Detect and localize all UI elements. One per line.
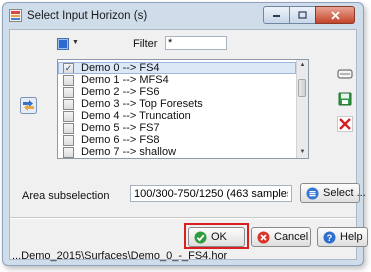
ok-button-label: OK [211, 231, 227, 243]
maximize-icon [298, 11, 307, 19]
select-button[interactable]: Select ... [300, 183, 366, 203]
list-item[interactable]: ✓ Demo 0 --> FS4 [58, 62, 296, 74]
save-icon[interactable] [337, 91, 353, 107]
separator [10, 217, 356, 219]
list-item-label: Demo 0 --> FS4 [81, 62, 160, 74]
help-button-label: Help [340, 231, 363, 243]
filter-input[interactable] [165, 36, 227, 50]
list-item-label: Demo 2 --> FS6 [81, 86, 160, 98]
select-all-checkbox[interactable] [57, 38, 69, 50]
cancel-icon [257, 231, 270, 243]
remove-icon[interactable] [337, 116, 353, 132]
area-subselection-input[interactable] [130, 185, 292, 202]
transfer-icon [20, 97, 37, 114]
help-button[interactable]: ? Help [317, 227, 368, 247]
scroll-down-icon[interactable]: ▼ [297, 147, 308, 158]
help-icon: ? [323, 231, 336, 243]
list-item-checkbox[interactable]: ✓ [63, 62, 74, 74]
list-item-checkbox[interactable] [63, 98, 74, 110]
list-view-icon[interactable] [337, 66, 353, 82]
minimize-button[interactable] [263, 6, 290, 24]
dialog-body: ▼ Filter ✓Demo 0 --> FS4Demo 1 --> MFS4D… [9, 29, 368, 262]
title-bar[interactable]: Select Input Horizon (s) [3, 3, 363, 29]
list-item-checkbox[interactable] [63, 146, 74, 158]
transfer-button[interactable] [20, 97, 37, 114]
horizon-list[interactable]: ✓ Demo 0 --> FS4 Demo 1 --> MFS4 Demo 2 -->… [57, 59, 309, 159]
list-item[interactable]: Demo 4 --> Truncation [58, 110, 296, 122]
list-item-label: Demo 7 --> shallow [81, 146, 177, 158]
list-item[interactable]: Demo 2 --> FS6 [58, 86, 296, 98]
close-button[interactable] [315, 6, 355, 24]
status-file-path: ...Demo_2015\Surfaces\Demo_0_-_FS4.hor [12, 250, 228, 262]
window-title: Select Input Horizon (s) [27, 10, 148, 22]
list-item[interactable]: Demo 3 --> Top Foresets [58, 98, 296, 110]
list-item[interactable]: Demo 5 --> FS7 [58, 122, 296, 134]
list-item[interactable]: Demo 7 --> shallow [58, 146, 296, 158]
ok-button[interactable]: OK [188, 227, 245, 247]
list-item-label: Demo 3 --> Top Foresets [81, 98, 203, 110]
list-scrollbar[interactable]: ▲ ▼ [296, 60, 308, 158]
cancel-button[interactable]: Cancel [251, 227, 311, 247]
list-item-label: Demo 1 --> MFS4 [81, 74, 169, 86]
checkmark-icon [194, 231, 207, 243]
area-subselection-label: Area subselection [22, 190, 110, 202]
list-item-checkbox[interactable] [63, 74, 74, 86]
list-item[interactable]: Demo 1 --> MFS4 [58, 74, 296, 86]
list-item-checkbox[interactable] [63, 122, 74, 134]
dialog-window: Select Input Horizon (s) ▼ Filter * ✓ De… [2, 2, 368, 266]
list-item-checkbox[interactable] [63, 134, 74, 146]
list-item-checkbox[interactable] [63, 110, 74, 122]
cancel-button-label: Cancel [274, 231, 309, 243]
list-item-checkbox[interactable] [63, 86, 74, 98]
list-item-label: Demo 6 --> FS8 [81, 134, 160, 146]
minimize-icon [273, 15, 280, 17]
select-button-label: Select ... [323, 187, 366, 199]
filter-label: Filter [133, 38, 158, 50]
close-icon [330, 10, 340, 20]
list-item-label: Demo 5 --> FS7 [81, 122, 160, 134]
scroll-thumb[interactable] [298, 79, 306, 97]
list-item[interactable]: Demo 6 --> FS8 [58, 134, 296, 146]
svg-text:?: ? [327, 233, 333, 243]
app-icon [9, 9, 22, 22]
select-area-icon [306, 187, 319, 199]
list-item-label: Demo 4 --> Truncation [81, 110, 191, 122]
scroll-up-icon[interactable]: ▲ [297, 60, 308, 71]
maximize-button[interactable] [289, 6, 316, 24]
select-menu-arrow-icon[interactable]: ▼ [72, 39, 79, 46]
